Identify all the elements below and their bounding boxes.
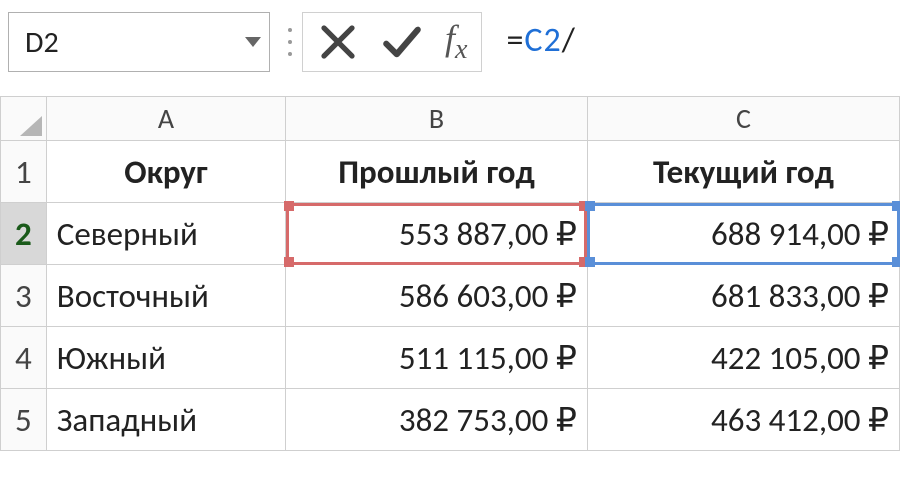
formula-bar: D2 fx =C2/ xyxy=(0,0,900,96)
cell-B1[interactable]: Прошлый год xyxy=(286,141,588,203)
cell-A2[interactable]: Северный xyxy=(46,203,285,265)
spreadsheet-grid[interactable]: A B C 1 Округ Прошлый год Текущий год 2 … xyxy=(0,96,900,451)
column-header-B[interactable]: B xyxy=(286,97,588,141)
column-header-A[interactable]: A xyxy=(46,97,285,141)
select-all-corner[interactable] xyxy=(1,97,47,141)
cell-C5[interactable]: 463 412,00 ₽ xyxy=(587,389,899,451)
cell-B3[interactable]: 586 603,00 ₽ xyxy=(286,265,588,327)
column-header-C[interactable]: C xyxy=(587,97,899,141)
insert-function-icon[interactable]: fx xyxy=(445,17,467,66)
cell-C3[interactable]: 681 833,00 ₽ xyxy=(587,265,899,327)
cell-B2[interactable]: 553 887,00 ₽ xyxy=(286,203,588,265)
row-header-1[interactable]: 1 xyxy=(1,141,47,203)
cell-B4[interactable]: 511 115,00 ₽ xyxy=(286,327,588,389)
row-header-2[interactable]: 2 xyxy=(1,203,47,265)
name-box-dropdown-icon[interactable] xyxy=(245,37,261,47)
cell-C4[interactable]: 422 105,00 ₽ xyxy=(587,327,899,389)
formula-prefix: = xyxy=(506,20,524,61)
formula-input[interactable]: =C2/ xyxy=(496,12,892,68)
row-header-3[interactable]: 3 xyxy=(1,265,47,327)
cell-A1[interactable]: Округ xyxy=(46,141,285,203)
row-header-4[interactable]: 4 xyxy=(1,327,47,389)
formula-suffix: / xyxy=(562,20,576,61)
formula-ref: C2 xyxy=(524,20,561,61)
cell-B5[interactable]: 382 753,00 ₽ xyxy=(286,389,588,451)
confirm-icon[interactable] xyxy=(381,21,423,63)
cancel-icon[interactable] xyxy=(317,21,359,63)
name-box-value: D2 xyxy=(25,24,59,61)
name-box[interactable]: D2 xyxy=(8,12,270,72)
cell-A4[interactable]: Южный xyxy=(46,327,285,389)
cell-A3[interactable]: Восточный xyxy=(46,265,285,327)
cell-A5[interactable]: Западный xyxy=(46,389,285,451)
formula-bar-controls: fx xyxy=(284,12,482,72)
cell-C2[interactable]: 688 914,00 ₽ xyxy=(587,203,899,265)
resize-handle-icon[interactable] xyxy=(284,28,296,56)
row-header-5[interactable]: 5 xyxy=(1,389,47,451)
cell-C1[interactable]: Текущий год xyxy=(587,141,899,203)
formula-buttons: fx xyxy=(302,12,482,72)
